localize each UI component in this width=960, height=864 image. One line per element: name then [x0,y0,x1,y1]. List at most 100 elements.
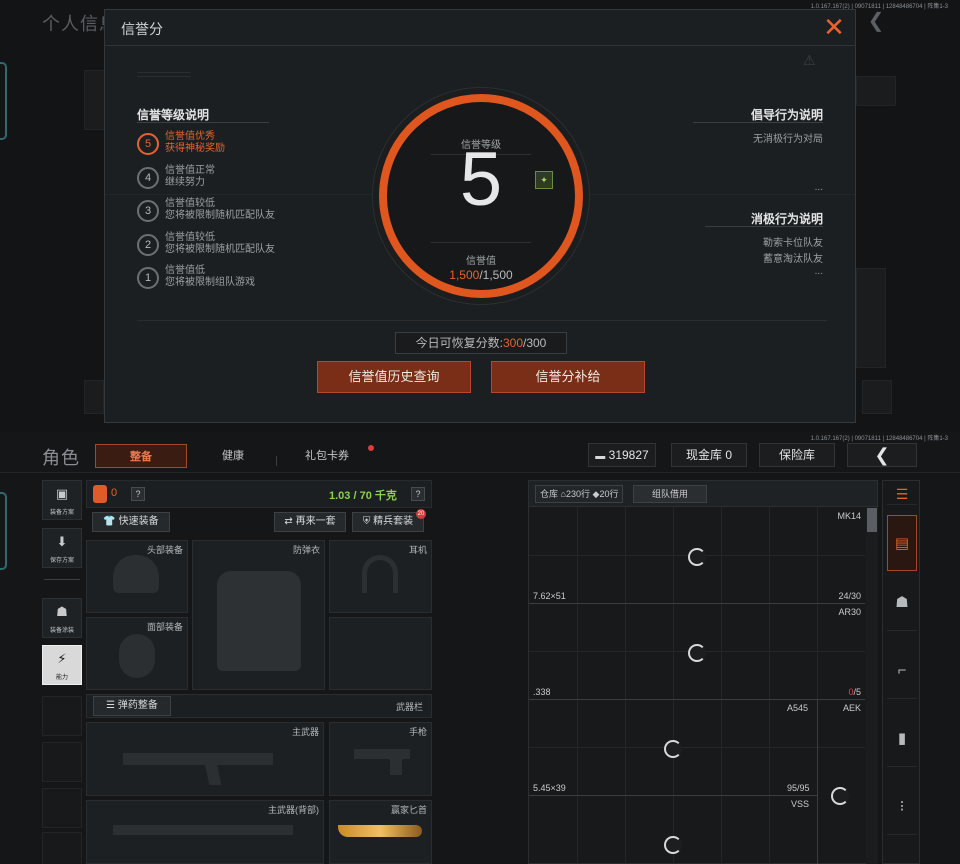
bullet-category-icon[interactable]: ⁝ [887,779,917,835]
head-slot-label: 头部装备 [146,545,183,555]
cash-vault-button[interactable]: 现金库 0 [671,443,747,467]
ammo-prepare-button[interactable]: ☰ 弹药整备 [93,696,171,716]
caliber-label: 7.62×51 [533,591,566,601]
credit-supplement-button[interactable]: 信誉分补给 [491,361,645,393]
credit-medal-icon[interactable]: ✦ [535,171,553,189]
pistol-slot[interactable]: 手枪 [329,722,432,796]
equipment-stats-bar: 0 ? 1.03 / 70 千克 ? [86,480,432,508]
tab-health[interactable]: 健康 [205,444,261,468]
ammo-item-icon[interactable] [688,548,706,566]
credit-score-current: 1,500 [449,268,480,282]
credit-score-max: /1,500 [479,268,513,282]
recoverable-label: 今日可恢复分数: [415,336,503,350]
decor-line [137,76,191,77]
armor-slot[interactable]: 防弹衣 [192,540,325,690]
level-row-5: 5 信誉值优秀 获得神秘奖励 [137,131,337,161]
background-card [856,268,886,368]
ammo-count: 95/95 [787,783,810,793]
primary-weapon-slot[interactable]: 主武器 [86,722,324,796]
elite-set-button[interactable]: ⛨ 精兵套装 [352,512,424,532]
stack-settings-icon[interactable]: ☰ [887,483,917,505]
earphone-slot[interactable]: 耳机 [329,540,432,613]
guide-more: ... [814,182,823,193]
gear-category-icon[interactable]: ☗ [887,575,917,631]
shield-icon: ⛨ [362,516,374,527]
levels-heading: 信誉等级说明 [137,108,210,122]
currency-value: 319827 [608,448,649,462]
headset-icon [362,555,398,593]
head-slot[interactable]: 头部装备 [86,540,188,613]
weight-value: 1.03 / 70 千克 [329,490,397,502]
weapon-name: A545 [787,703,809,713]
download-icon: ⬇ [56,534,68,549]
knife-slot[interactable]: 赢家匕首 [329,800,432,864]
guide-heading: 倡导行为说明 [750,108,823,122]
armor-slot-label: 防弹衣 [292,545,320,555]
help-button[interactable]: ? [131,487,145,501]
tab-gift-cards[interactable]: 礼包卡券 [296,444,358,468]
level-number-badge: 3 [137,200,159,222]
tab-divider [276,456,277,466]
top-screen: 个人信息 1.0.167.167(2) | 09071811 | 1284848… [0,0,960,432]
credit-level-ring: 信誉等级 5 信誉值 1,500/1,500 [379,94,583,298]
ammo-item-icon[interactable] [664,740,682,758]
save-plan-button[interactable]: ⬇ 保存方案 [42,528,82,568]
level-description: 您将被限制随机匹配队友 [165,210,275,221]
background-card [856,76,896,106]
ammo-count-max: /30 [848,591,861,601]
weight-help-button[interactable]: ? [411,487,425,501]
back-button[interactable]: ❮ [847,443,917,467]
scrollbar-thumb[interactable] [867,508,877,532]
loadout-screen: 1.0.167.167(2) | 09071811 | 12848486704 … [0,432,960,864]
side-drawer-tab[interactable] [0,492,7,570]
level-number-badge: 1 [137,267,159,289]
guide-heading-underline [693,122,823,123]
primary-weapon-label: 主武器 [291,727,319,737]
face-slot[interactable]: 面部装备 [86,617,188,690]
close-icon[interactable]: ✕ [821,14,847,41]
empty-side-slot [42,788,82,828]
caliber-label: .338 [533,687,551,697]
ammo-item-icon[interactable] [688,644,706,662]
skin-label: 装备涂装 [49,628,74,634]
background-side-tab [0,62,7,140]
negative-item: 蓄意淘汰队友 [763,254,823,265]
ammo-rows: 20行 [599,489,619,499]
ammo-category-icon[interactable]: ▤ [887,515,917,571]
skin-button[interactable]: ☗ 装备涂装 [42,598,82,638]
again-button[interactable]: ⇄ 再来一套 [274,512,346,532]
rifle-category-icon[interactable]: ⌐ [887,643,917,699]
armor-value: 0 [111,487,118,499]
team-credit-tab[interactable]: 组队借用 [633,485,707,503]
safe-box-button[interactable]: 保险库 [759,443,835,467]
ammo-count-current: 24 [838,591,849,601]
storage-panel: 仓库 ⌂230行 ◆20行 组队借用 MK14 7.62×51 24/30 AR… [528,480,878,864]
row-separator [529,699,865,700]
credit-history-button[interactable]: 信誉值历史查询 [317,361,471,393]
warehouse-tab[interactable]: 仓库 ⌂230行 ◆20行 [535,485,624,503]
ammo-count-current: 95 [787,783,798,793]
modal-title: 信誉分 [121,21,163,37]
level-row-3: 3 信誉值较低 您将被限制随机匹配队友 [137,198,337,228]
ammo-item-icon[interactable] [831,787,849,805]
plan-button[interactable]: ▣ 装备方案 [42,480,82,520]
storage-scrollbar[interactable] [866,508,878,864]
level-description: 您将被限制随机匹配队友 [165,244,275,255]
tab-prepare[interactable]: 整备 [95,444,187,468]
credit-score-value: 1,500/1,500 [387,268,575,282]
level-title: 信誉值低 [165,265,205,276]
empty-gear-slot[interactable] [329,617,432,690]
elite-badge: 20 [416,509,426,519]
quick-equip-button[interactable]: 👕 快速装备 [92,512,170,532]
weapon-bar-label: 武器栏 [395,702,423,712]
negative-heading: 消极行为说明 [750,212,823,226]
back-weapon-slot[interactable]: 主武器(背部) [86,800,324,864]
quick-equip-label: 快速装备 [118,516,159,527]
ammo-item-icon[interactable] [664,836,682,854]
grid-line [673,507,674,864]
ability-button[interactable]: ⚡ 能力 [42,645,82,685]
magazine-category-icon[interactable]: ▮ [887,711,917,767]
save-plan-label: 保存方案 [49,558,74,564]
grid-line [769,507,770,864]
currency-display: ▬ 319827 [588,443,656,467]
